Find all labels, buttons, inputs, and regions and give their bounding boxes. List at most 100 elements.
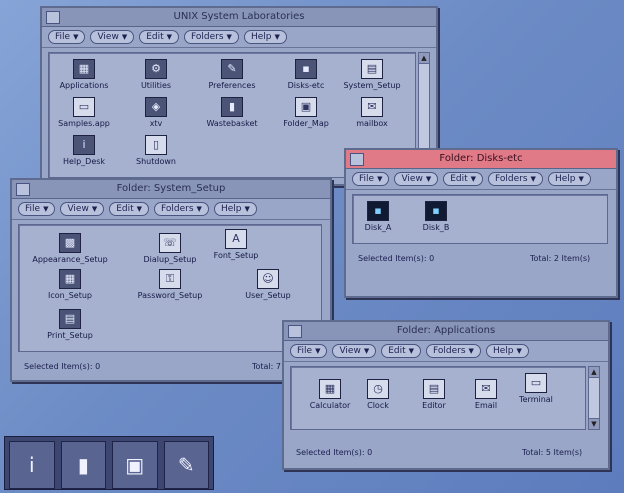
system-setup-titlebar[interactable]: Folder: System_Setup: [12, 180, 330, 199]
menu-file[interactable]: File ▼: [352, 172, 390, 186]
menu-help[interactable]: Help ▼: [213, 202, 257, 216]
menu-help[interactable]: Help ▼: [547, 172, 591, 186]
system-setup-menubar: File ▼ View ▼ Edit ▼ Folders ▼ Help ▼: [12, 199, 330, 220]
xtv-icon: ◈: [145, 97, 167, 117]
applications-titlebar[interactable]: Folder: Applications: [284, 322, 608, 341]
chevron-down-icon: ▼: [136, 205, 143, 213]
menu-file[interactable]: File ▼: [48, 30, 86, 44]
terminal-icon: ▭: [525, 373, 547, 393]
applications-title: Folder: Applications: [396, 325, 496, 336]
icon-setup-item[interactable]: ▦ Icon_Setup: [35, 269, 105, 300]
menu-view[interactable]: View ▼: [90, 30, 135, 44]
mailbox-item[interactable]: ✉ mailbox: [337, 97, 407, 128]
disk-b-item[interactable]: ▪ Disk_B: [401, 201, 471, 232]
main-window-title: UNIX System Laboratories: [173, 11, 305, 22]
folders-icon: ▣: [125, 453, 145, 477]
scroll-up-icon[interactable]: ▲: [419, 53, 429, 64]
print-setup-item[interactable]: ▤ Print_Setup: [35, 309, 105, 340]
menu-edit[interactable]: Edit ▼: [443, 172, 484, 186]
disks-icon: ▪: [295, 59, 317, 79]
menu-view[interactable]: View ▼: [394, 172, 439, 186]
folder-icon-samples[interactable]: ▭ Samples.app: [49, 97, 119, 128]
wastebasket-icon: ▮: [221, 97, 243, 117]
main-window-titlebar[interactable]: UNIX System Laboratories: [42, 8, 436, 27]
applications-scrollbar[interactable]: ▲ ▼: [588, 366, 600, 430]
menu-edit[interactable]: Edit ▼: [381, 344, 422, 358]
menu-folders[interactable]: Folders ▼: [184, 30, 239, 44]
folder-icon-preferences[interactable]: ✎ Preferences: [197, 59, 267, 90]
menu-folders[interactable]: Folders ▼: [488, 172, 543, 186]
folder-icon-disks[interactable]: ▪ Disks-etc: [271, 59, 341, 90]
shutdown-icon: ▯: [145, 135, 167, 155]
window-menu-button[interactable]: [350, 153, 364, 166]
app-folder-icon: ▦: [73, 59, 95, 79]
applications-pane: ▦ Calculator ◷ Clock ▤ Editor ✉ Email ▭ Termi…: [290, 366, 586, 430]
disks-pane: ▪ Disk_A ▪ Disk_B: [352, 194, 608, 244]
dock-preferences[interactable]: ✎: [163, 441, 209, 489]
dock-folders[interactable]: ▣: [112, 441, 158, 489]
terminal-item[interactable]: ▭ Terminal: [501, 373, 571, 404]
menu-edit[interactable]: Edit ▼: [109, 202, 150, 216]
window-menu-button[interactable]: [288, 325, 302, 338]
scroll-up-icon[interactable]: ▲: [589, 367, 599, 378]
utilities-icon: ⚙: [145, 59, 167, 79]
chevron-down-icon: ▼: [274, 33, 280, 41]
selected-count: Selected Item(s): 0: [358, 254, 435, 263]
dialup-setup-item[interactable]: ☏ Dialup_Setup: [135, 233, 205, 264]
selected-count: Selected Item(s): 0: [296, 448, 373, 457]
folder-icon-applications[interactable]: ▦ Applications: [49, 59, 119, 90]
user-setup-item[interactable]: ☺ User_Setup: [233, 269, 303, 300]
dock-help-desk[interactable]: i: [9, 441, 55, 489]
applications-window: Folder: Applications File ▼ View ▼ Edit ▼ F…: [282, 320, 610, 470]
mailbox-icon: ✉: [361, 97, 383, 117]
file-icon-xtv[interactable]: ◈ xtv: [121, 97, 191, 128]
appearance-setup-item[interactable]: ▩ Appearance_Setup: [32, 233, 108, 264]
menu-folders[interactable]: Folders ▼: [154, 202, 209, 216]
floppy-disk-icon: ▪: [367, 201, 389, 221]
menu-file[interactable]: File ▼: [290, 344, 328, 358]
disks-titlebar[interactable]: Folder: Disks-etc: [346, 150, 616, 169]
chevron-down-icon: ▼: [470, 175, 477, 183]
dock: i ▮ ▣ ✎: [4, 436, 214, 490]
scroll-down-icon[interactable]: ▼: [589, 418, 599, 429]
shutdown-item[interactable]: ▯ Shutdown: [121, 135, 191, 166]
chevron-down-icon: ▼: [530, 175, 536, 183]
wastebasket-item[interactable]: ▮ Wastebasket: [197, 97, 267, 128]
icon-setup-icon: ▦: [59, 269, 81, 289]
password-setup-item[interactable]: ⚿ Password_Setup: [135, 269, 205, 300]
desktop: UNIX System Laboratories File ▼ View ▼ Edi…: [0, 0, 624, 493]
user-icon: ☺: [257, 269, 279, 289]
menu-view[interactable]: View ▼: [332, 344, 377, 358]
folder-map-icon: ▣: [295, 97, 317, 117]
menu-help[interactable]: Help ▼: [485, 344, 529, 358]
chevron-down-icon: ▼: [516, 347, 522, 355]
chevron-down-icon: ▼: [91, 205, 98, 213]
appearance-icon: ▩: [59, 233, 81, 253]
folder-icon-system-setup[interactable]: ▤ System_Setup: [337, 59, 407, 90]
font-icon: A: [225, 229, 247, 249]
folder-icon-utilities[interactable]: ⚙ Utilities: [121, 59, 191, 90]
chevron-down-icon: ▼: [196, 205, 202, 213]
total-count: Total: 2 Item(s): [530, 254, 591, 263]
print-icon: ▤: [59, 309, 81, 329]
font-setup-item[interactable]: A Font_Setup: [201, 229, 271, 260]
chevron-down-icon: ▼: [73, 33, 79, 41]
disks-window: Folder: Disks-etc File ▼ View ▼ Edit ▼ Fold…: [344, 148, 618, 298]
chevron-down-icon: ▼: [315, 347, 321, 355]
chevron-down-icon: ▼: [468, 347, 474, 355]
folder-map-item[interactable]: ▣ Folder_Map: [271, 97, 341, 128]
email-icon: ✉: [475, 379, 497, 399]
menu-view[interactable]: View ▼: [60, 202, 105, 216]
system-setup-title: Folder: System_Setup: [116, 183, 226, 194]
dock-wastebasket[interactable]: ▮: [60, 441, 106, 489]
calculator-icon: ▦: [319, 379, 341, 399]
window-menu-button[interactable]: [16, 183, 30, 196]
menu-edit[interactable]: Edit ▼: [139, 30, 180, 44]
window-menu-button[interactable]: [46, 11, 60, 24]
menu-file[interactable]: File ▼: [18, 202, 56, 216]
menu-help[interactable]: Help ▼: [243, 30, 287, 44]
system-setup-icon: ▤: [361, 59, 383, 79]
editor-icon: ▤: [423, 379, 445, 399]
help-desk-item[interactable]: i Help_Desk: [49, 135, 119, 166]
menu-folders[interactable]: Folders ▼: [426, 344, 481, 358]
